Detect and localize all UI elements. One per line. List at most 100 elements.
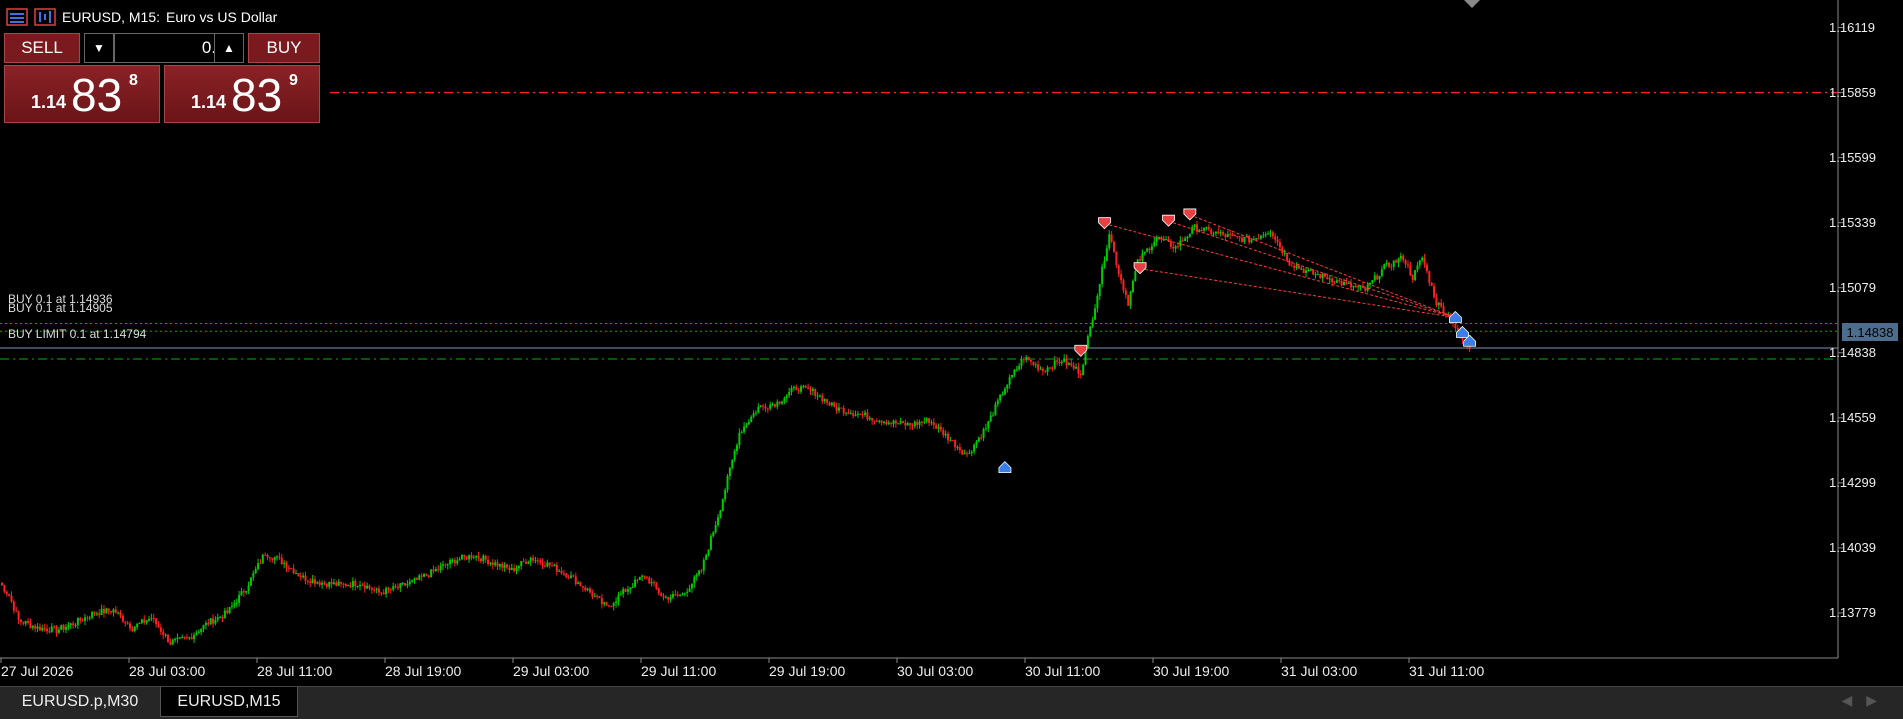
candle-body [200,629,203,633]
candle-body [1335,280,1338,283]
sell-arrow-icon [1183,208,1197,221]
candle-body [607,605,610,607]
chevron-left-icon[interactable]: ◀ [1841,693,1866,709]
candle-body [1255,238,1258,240]
candle-body [1117,265,1120,275]
candle-body [5,591,8,594]
candle-body [1131,281,1134,293]
candle-body [287,567,290,569]
candle-body [567,577,570,579]
candle-body [650,582,653,584]
time-tick-label: 29 Jul 03:00 [513,663,590,679]
candle-body [1262,235,1265,237]
buy-button[interactable]: BUY [248,33,320,63]
tab-eurusd-p-m30[interactable]: EURUSD.p,M30 [0,687,160,717]
candle-body [1383,264,1386,270]
candle-body [10,595,13,602]
candle-body [683,592,686,595]
candle-body [1388,262,1391,267]
candle-body [313,579,316,584]
candle-body [95,613,98,615]
candle-body [252,573,255,578]
lot-increase-button[interactable]: ▲ [214,33,244,63]
candle-body [249,577,252,586]
candle-body [366,585,369,589]
candle-body [944,433,947,436]
order-label[interactable]: BUY 0.1 at 1.14905 [8,301,113,315]
order-label[interactable]: BUY LIMIT 0.1 at 1.14794 [8,327,146,341]
candle-body [506,564,509,568]
time-tick-label: 28 Jul 11:00 [257,663,333,679]
candle-body [1177,246,1179,248]
tab-scroll-arrows[interactable]: ◀▶ [1841,693,1891,709]
candle-body [439,565,442,570]
candle-body [593,595,596,597]
candle-body [427,575,430,577]
candle-body [1020,359,1023,366]
candle-body [117,612,120,614]
candle-body [138,622,141,624]
candle-body [975,441,978,445]
candle-body [136,623,139,628]
indicator-icon[interactable] [34,8,56,26]
tab-eurusd-m15[interactable]: EURUSD,M15 [160,687,298,717]
chart-menu-toggle-icon[interactable] [1464,0,1480,8]
candle-body [1257,238,1260,240]
candle-body [1371,280,1374,283]
candle-body [1214,231,1217,234]
candle-body [866,412,869,420]
candle-body [821,395,824,402]
candle-body [778,401,781,404]
candle-body [947,433,950,441]
candle-body [1402,255,1405,261]
candle-body [845,412,848,414]
candle-body [698,570,701,575]
candle-body [316,582,319,584]
candle-body [892,420,895,424]
candle-body [214,619,217,624]
candle-body [883,421,885,423]
candle-body [1217,231,1220,234]
candle-body [79,618,82,621]
symbol-label: EURUSD, M15: [62,9,161,25]
candle-body [626,589,629,592]
candle-body [29,622,32,628]
candle-body [34,625,37,629]
candle-body [629,587,632,590]
sell-price-box[interactable]: 1.14 83 8 [4,65,160,123]
candle-body [1314,274,1317,276]
sell-button[interactable]: SELL [4,33,80,63]
candle-body [752,413,755,417]
candle-body [1326,276,1329,280]
candle-body [565,573,568,578]
candle-body [197,632,200,634]
candle-body [1243,236,1246,242]
candle-body [304,575,307,581]
time-tick-label: 31 Jul 11:00 [1409,663,1485,679]
candle-body [456,560,459,564]
candle-body [242,591,245,593]
candle-body [653,582,656,584]
candle-body [399,583,402,588]
candle-body [181,637,184,639]
candle-body [814,389,817,396]
candle-body [1392,260,1395,267]
time-tick-label: 29 Jul 11:00 [641,663,717,679]
price-tick-label: 1.14838 [1829,344,1876,360]
candle-body [719,510,722,518]
candle-body [482,555,485,562]
chart-list-icon[interactable] [6,8,28,26]
candle-body [1364,287,1367,291]
candle-body [430,569,433,577]
lot-decrease-button[interactable]: ▼ [84,33,114,63]
chevron-up-icon: ▲ [223,41,235,55]
candle-body [707,549,710,555]
candle-body [555,564,558,572]
chevron-right-icon[interactable]: ▶ [1866,693,1891,709]
candle-body [55,626,58,633]
candle-body [1428,271,1431,283]
candle-body [1032,361,1035,365]
buy-price-box[interactable]: 1.14 83 9 [164,65,320,123]
candle-body [579,582,582,587]
candle-body [890,422,893,424]
